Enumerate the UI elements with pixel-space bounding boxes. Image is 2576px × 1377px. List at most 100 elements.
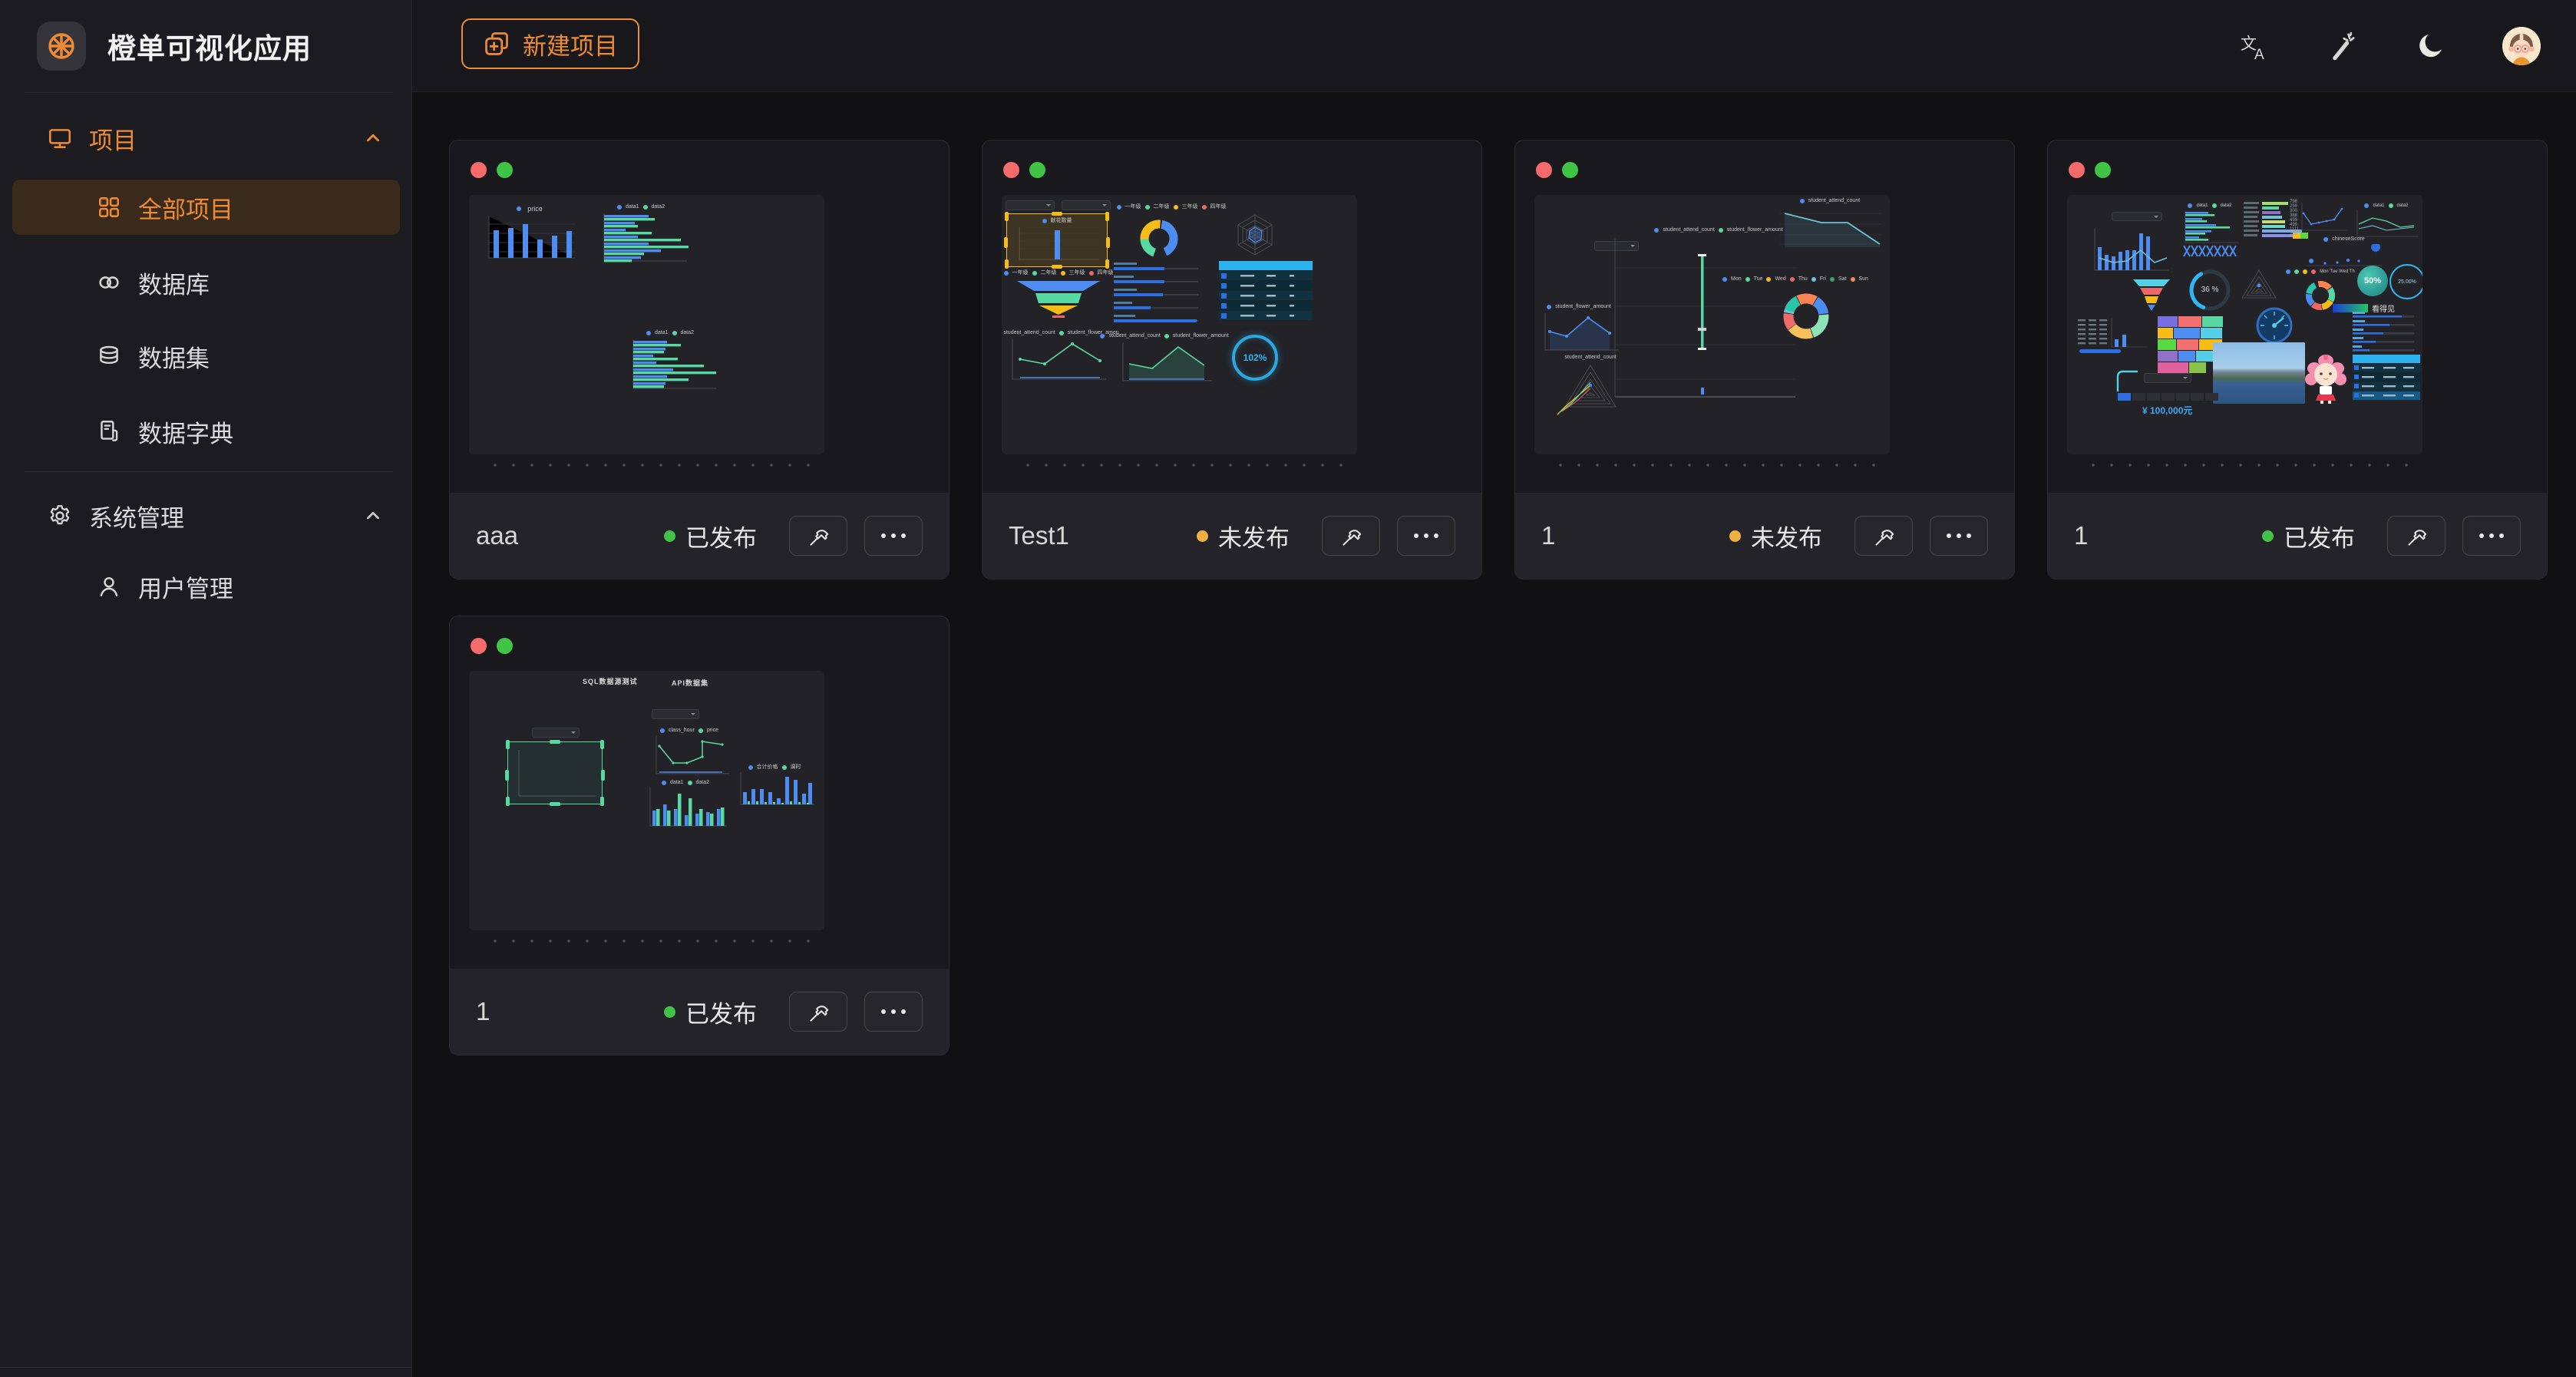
project-name: 1: [1541, 521, 1555, 550]
selected-widget: 献花数量: [1006, 213, 1108, 267]
mini-hbar-chart: data1data2: [623, 329, 718, 395]
project-thumbnail[interactable]: SQL数据源测试 API数据集 class_hourprice: [469, 671, 824, 930]
mini-line-chart: data1data2: [2353, 201, 2420, 239]
chevron-up-icon: [362, 127, 385, 150]
dots-divider: [1551, 463, 1884, 467]
selected-widget: [507, 741, 603, 804]
project-card: student_attend_count student_attend_coun…: [1514, 140, 2015, 580]
project-thumbnail[interactable]: price data1data2: [469, 195, 824, 454]
edit-project-button[interactable]: [2387, 516, 2446, 556]
project-thumbnail[interactable]: data1data2: [2067, 195, 2422, 454]
mini-dropdown: [532, 728, 580, 738]
card-footer: 1 未发布: [1515, 493, 2014, 579]
project-grid: price data1data2: [412, 92, 2576, 1377]
project-card: 献花数量 一年级二年级三年级四年级: [982, 140, 1482, 580]
more-actions-button[interactable]: [1397, 516, 1455, 556]
sidebar-group-project[interactable]: 项目: [0, 114, 412, 163]
new-project-button[interactable]: 新建项目: [461, 18, 639, 69]
hammer-icon: [2403, 523, 2429, 549]
more-actions-button[interactable]: [1930, 516, 1988, 556]
orange-wheel-icon: [45, 29, 78, 63]
status-dot: [664, 1006, 675, 1018]
sidebar-item-label: 数据字典: [138, 414, 233, 449]
status-dot: [664, 530, 675, 542]
sidebar-group-system[interactable]: 系统管理: [0, 491, 412, 540]
mini-line-chart: [2297, 203, 2348, 233]
app-logo: [37, 21, 86, 71]
more-actions-button[interactable]: [2462, 516, 2521, 556]
mini-candle-chart: student_attend_countstudent_flower_amoun…: [1627, 226, 1811, 235]
widget-title: API数据集: [672, 678, 708, 688]
mini-tabs: [2118, 393, 2218, 401]
mini-hbar-chart: data1data2: [593, 203, 689, 267]
mini-donut-chart: [1137, 216, 1181, 261]
user-avatar[interactable]: [2502, 27, 2541, 65]
sidebar-item-dictionary[interactable]: 数据字典: [0, 407, 412, 456]
translate-icon[interactable]: 文 A: [2235, 28, 2271, 64]
green-dot: [1562, 162, 1578, 178]
more-actions-button[interactable]: [864, 992, 923, 1032]
mini-data-grid: [2078, 318, 2148, 353]
edit-project-button[interactable]: [789, 516, 847, 556]
edit-project-button[interactable]: [1854, 516, 1913, 556]
dots-divider: [486, 939, 819, 943]
dots-divider: [486, 463, 819, 467]
mini-candle-plot: [1607, 237, 1799, 402]
green-dot: [497, 638, 513, 654]
mini-speedometer: [2256, 307, 2293, 344]
mini-table: [2353, 355, 2420, 402]
edit-project-button[interactable]: [1322, 516, 1380, 556]
project-thumbnail[interactable]: student_attend_count student_attend_coun…: [1534, 195, 1890, 454]
magic-wand-icon[interactable]: [2324, 28, 2360, 64]
status-label: 已发布: [685, 995, 757, 1029]
project-card: SQL数据源测试 API数据集 class_hourprice: [449, 616, 949, 1055]
chevron-up-icon: [362, 504, 385, 527]
ellipsis-icon: [2479, 533, 2504, 538]
mini-radar-chart: [1230, 210, 1280, 259]
dictionary-icon: [95, 418, 123, 445]
sidebar-item-all-projects[interactable]: 全部项目: [12, 180, 400, 235]
divider: [25, 471, 393, 472]
mini-combo-chart: [2087, 227, 2171, 275]
sidebar-item-dataset[interactable]: 数据集: [0, 332, 412, 381]
project-name: Test1: [1009, 521, 1069, 550]
red-dot: [471, 162, 487, 178]
status-dot: [1197, 530, 1208, 542]
mini-percent-circle: 50%: [2357, 266, 2388, 296]
app-logo-row: 橙单可视化应用: [0, 0, 411, 71]
grid-icon: [95, 193, 123, 221]
status-badge: 未发布: [1729, 519, 1822, 553]
new-project-label: 新建项目: [523, 27, 618, 61]
status-label: 已发布: [685, 519, 757, 553]
status-badge: 已发布: [2262, 519, 2355, 553]
hammer-icon: [805, 523, 831, 549]
sidebar-item-label: 用户管理: [138, 570, 233, 604]
status-badge: 已发布: [664, 995, 757, 1029]
mini-progress-list: [2353, 312, 2420, 352]
mini-dropdown: [1006, 200, 1055, 210]
mini-line-chart: class_hourprice: [647, 726, 732, 778]
project-card: price data1data2: [449, 140, 949, 580]
hammer-icon: [805, 999, 831, 1025]
mini-bar-chart: price: [480, 204, 580, 263]
mini-donut-chart: [1778, 289, 1834, 344]
status-dot: [1729, 530, 1741, 542]
red-dot: [1003, 162, 1019, 178]
project-name: 1: [2074, 521, 2088, 550]
mini-dropdown: [2112, 212, 2162, 221]
mini-gauge: 102%: [1232, 335, 1278, 381]
more-actions-button[interactable]: [864, 516, 923, 556]
hammer-icon: [1338, 523, 1364, 549]
edit-project-button[interactable]: [789, 992, 847, 1032]
status-badge: 未发布: [1197, 519, 1290, 553]
red-dot: [2069, 162, 2085, 178]
sidebar-item-user-management[interactable]: 用户管理: [0, 562, 412, 611]
new-project-icon: [483, 30, 510, 58]
red-dot: [1536, 162, 1552, 178]
svg-text:A: A: [2254, 47, 2264, 63]
sidebar-item-database[interactable]: 数据库: [0, 258, 412, 307]
dark-mode-moon-icon[interactable]: [2413, 28, 2449, 64]
mini-funnel-chart: [2132, 278, 2171, 312]
project-thumbnail[interactable]: 献花数量 一年级二年级三年级四年级: [1002, 195, 1357, 454]
ellipsis-icon: [881, 1009, 906, 1014]
